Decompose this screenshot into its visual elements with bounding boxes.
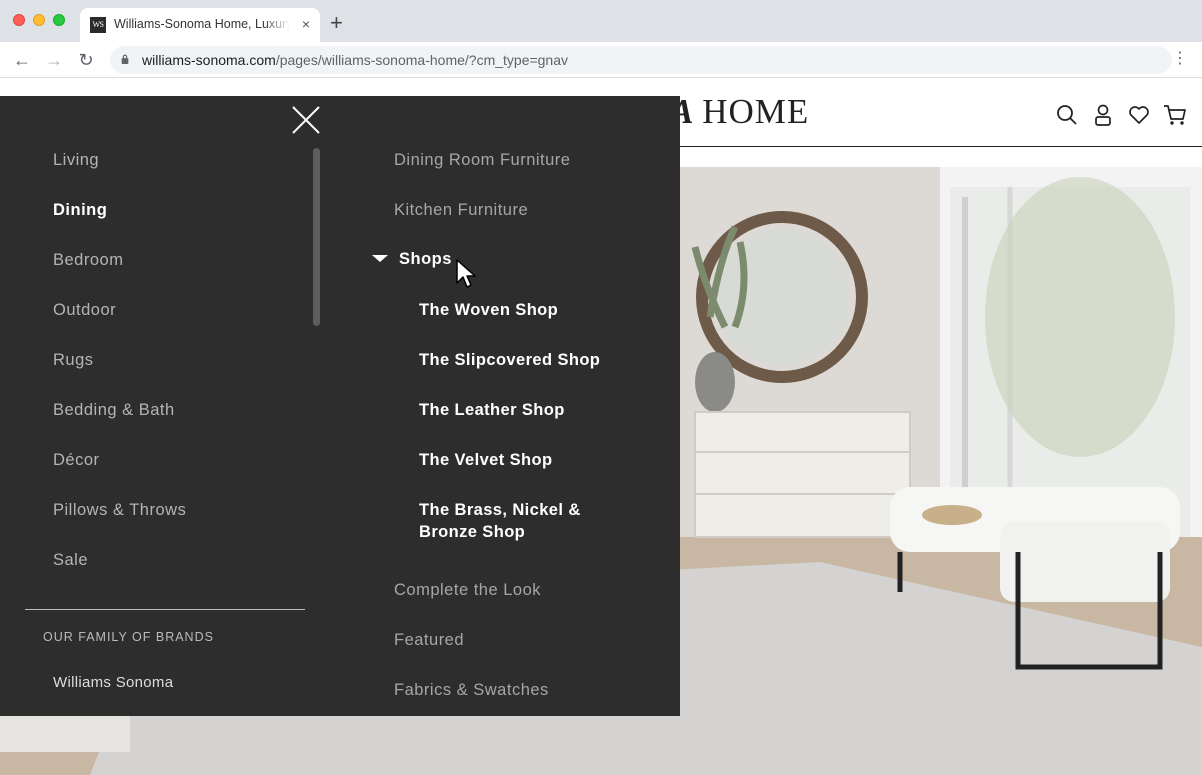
subcategory-dining-room-furniture[interactable]: Dining Room Furniture xyxy=(394,151,570,170)
url-text: williams-sonoma.com/pages/williams-sonom… xyxy=(142,52,568,68)
shop-woven[interactable]: The Woven Shop xyxy=(419,299,558,321)
new-tab-button[interactable]: + xyxy=(330,12,343,34)
subcategory-fabrics-swatches[interactable]: Fabrics & Swatches xyxy=(394,681,549,700)
brand-williams-sonoma[interactable]: Williams Sonoma xyxy=(53,674,173,691)
subcategory-complete-the-look[interactable]: Complete the Look xyxy=(394,581,541,600)
search-icon[interactable] xyxy=(1055,103,1079,127)
shops-label: Shops xyxy=(399,250,452,268)
caret-down-icon xyxy=(372,255,388,262)
site-favicon-icon: WS xyxy=(90,17,106,33)
shop-velvet[interactable]: The Velvet Shop xyxy=(419,449,552,471)
heart-icon[interactable] xyxy=(1127,103,1151,127)
url-host: williams-sonoma.com xyxy=(142,52,276,68)
url-path: /pages/williams-sonoma-home/?cm_type=gna… xyxy=(275,52,569,68)
category-outdoor[interactable]: Outdoor xyxy=(53,301,116,320)
shops-toggle[interactable]: Shops xyxy=(372,250,452,269)
mouse-pointer-icon xyxy=(456,259,476,288)
browser-menu-icon[interactable]: ⋮ xyxy=(1172,49,1188,69)
forward-icon[interactable]: → xyxy=(44,50,64,70)
account-icon[interactable] xyxy=(1091,103,1115,127)
navigation-menu-panel: Living Dining Bedroom Outdoor Rugs Beddi… xyxy=(0,96,680,716)
category-sale[interactable]: Sale xyxy=(53,551,88,570)
lock-icon xyxy=(121,54,129,64)
shop-leather[interactable]: The Leather Shop xyxy=(419,399,565,421)
category-pillows-throws[interactable]: Pillows & Throws xyxy=(53,501,186,520)
brands-heading: OUR FAMILY OF BRANDS xyxy=(43,630,214,644)
category-living[interactable]: Living xyxy=(53,151,99,170)
category-decor[interactable]: Décor xyxy=(53,451,100,470)
shop-brass-nickel-bronze-line1[interactable]: The Brass, Nickel & xyxy=(419,499,581,521)
menu-divider xyxy=(25,609,305,610)
window-zoom-button[interactable] xyxy=(53,14,65,26)
tab-close-icon[interactable]: × xyxy=(302,16,310,32)
browser-tab-strip: WS Williams-Sonoma Home, Luxury × + xyxy=(0,0,1202,42)
reload-icon[interactable]: ↻ xyxy=(76,50,96,70)
category-bedding-bath[interactable]: Bedding & Bath xyxy=(53,401,175,420)
subcategory-kitchen-furniture[interactable]: Kitchen Furniture xyxy=(394,201,528,220)
cart-icon[interactable] xyxy=(1163,103,1187,127)
subcategory-featured[interactable]: Featured xyxy=(394,631,464,650)
tab-title: Williams-Sonoma Home, Luxury xyxy=(114,17,290,31)
menu-scrollbar[interactable] xyxy=(313,148,320,326)
category-dining[interactable]: Dining xyxy=(53,201,107,220)
browser-tab[interactable]: WS Williams-Sonoma Home, Luxury × xyxy=(80,8,320,42)
back-icon[interactable]: ← xyxy=(12,50,32,70)
category-rugs[interactable]: Rugs xyxy=(53,351,94,370)
logo-word: HOME xyxy=(692,92,810,131)
window-close-button[interactable] xyxy=(13,14,25,26)
window-minimize-button[interactable] xyxy=(33,14,45,26)
close-icon[interactable] xyxy=(290,104,322,136)
shop-slipcovered[interactable]: The Slipcovered Shop xyxy=(419,349,600,371)
address-bar[interactable]: williams-sonoma.com/pages/williams-sonom… xyxy=(110,46,1172,74)
shop-brass-nickel-bronze-line2[interactable]: Bronze Shop xyxy=(419,521,525,543)
browser-toolbar: ← → ↻ williams-sonoma.com/pages/williams… xyxy=(0,42,1202,78)
category-bedroom[interactable]: Bedroom xyxy=(53,251,123,270)
